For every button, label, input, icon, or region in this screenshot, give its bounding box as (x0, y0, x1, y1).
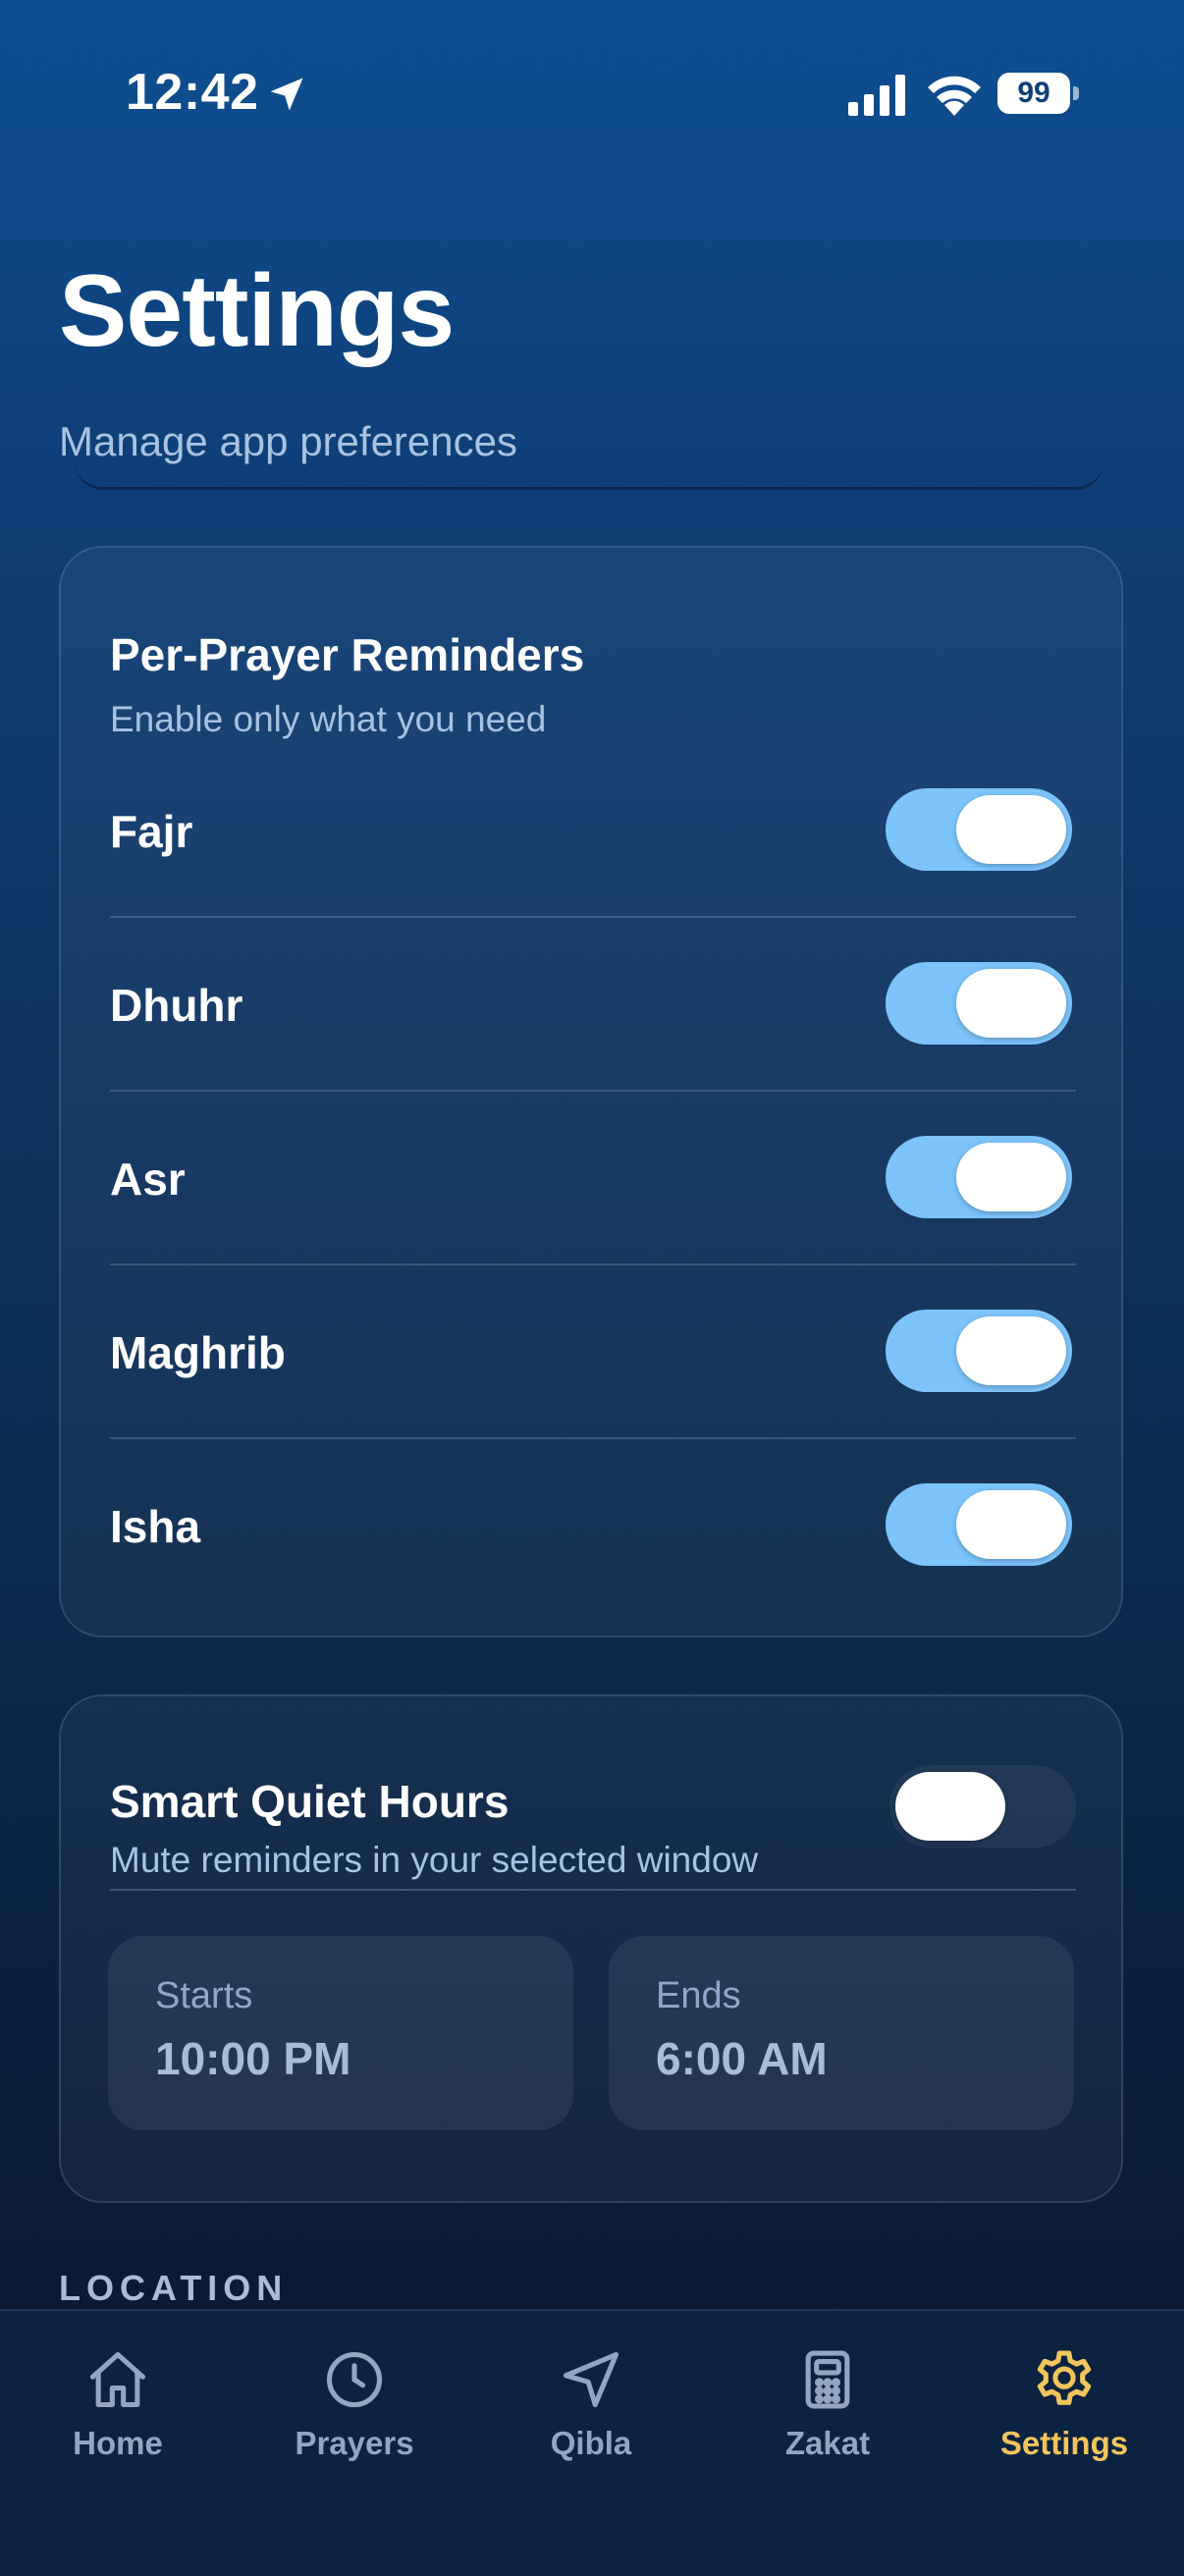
reminder-label: Fajr (110, 806, 193, 857)
tab-label: Settings (999, 2425, 1129, 2461)
reminder-row-fajr: Fajr (110, 744, 1076, 918)
start-label: Starts (155, 1975, 253, 2016)
wifi-icon (928, 76, 981, 116)
status-bar: 12:42 99 (0, 0, 1184, 196)
page-subtitle: Manage app preferences (59, 418, 517, 464)
toggle-knob (956, 1316, 1066, 1385)
cellular-signal-icon (848, 75, 905, 116)
tab-label: Qibla (550, 2425, 632, 2461)
battery-cap (1073, 86, 1079, 100)
toggle-knob (956, 795, 1066, 864)
isha-toggle[interactable] (886, 1483, 1072, 1566)
toggle-knob (956, 969, 1066, 1038)
clock-icon (326, 2351, 383, 2408)
end-time: 6:00 AM (656, 2033, 828, 2084)
quiet-hours-toggle[interactable] (889, 1765, 1076, 1848)
tab-home[interactable]: Home (20, 2311, 216, 2507)
tab-zakat[interactable]: Zakat (729, 2311, 926, 2507)
location-arrow-icon (270, 78, 303, 111)
fajr-toggle[interactable] (886, 788, 1072, 871)
reminder-label: Isha (110, 1501, 201, 1552)
tab-label: Prayers (295, 2425, 414, 2461)
reminder-label: Dhuhr (110, 980, 243, 1031)
tab-label: Home (73, 2425, 163, 2461)
header-divider (75, 461, 1103, 490)
asr-toggle[interactable] (886, 1136, 1072, 1218)
tab-bar: Home Prayers Qibla Zakat Settings (0, 2309, 1184, 2576)
reminders-subtitle: Enable only what you need (110, 699, 547, 739)
location-section-header: LOCATION (59, 2268, 289, 2308)
quiet-hours-subtitle: Mute reminders in your selected window (110, 1840, 759, 1880)
page-title: Settings (59, 254, 455, 368)
reminder-row-isha: Isha (110, 1439, 1076, 1613)
quiet-hours-divider (110, 1889, 1076, 1891)
quiet-hours-end[interactable]: Ends 6:00 AM (609, 1936, 1074, 2130)
battery-indicator: 99 (997, 73, 1079, 114)
reminder-row-maghrib: Maghrib (110, 1265, 1076, 1439)
tab-qibla[interactable]: Qibla (493, 2311, 689, 2507)
dhuhr-toggle[interactable] (886, 962, 1072, 1045)
start-time: 10:00 PM (155, 2033, 351, 2084)
quiet-hours-title: Smart Quiet Hours (110, 1776, 510, 1827)
reminders-card: Per-Prayer Reminders Enable only what yo… (59, 546, 1123, 1637)
tab-prayers[interactable]: Prayers (256, 2311, 453, 2507)
reminders-title: Per-Prayer Reminders (110, 629, 585, 680)
end-label: Ends (656, 1975, 741, 2016)
quiet-hours-start[interactable]: Starts 10:00 PM (108, 1936, 573, 2130)
calculator-icon (805, 2350, 850, 2409)
status-time: 12:42 (126, 64, 259, 121)
tab-label: Zakat (784, 2425, 871, 2461)
reminder-row-asr: Asr (110, 1092, 1076, 1265)
reminder-label: Maghrib (110, 1327, 286, 1378)
tab-settings[interactable]: Settings (966, 2311, 1162, 2507)
toggle-knob (956, 1490, 1066, 1559)
toggle-knob (956, 1143, 1066, 1211)
toggle-knob (895, 1772, 1005, 1841)
home-icon (89, 2351, 146, 2408)
reminder-label: Asr (110, 1154, 186, 1205)
navigation-arrow-icon (563, 2351, 619, 2408)
gear-icon (1037, 2350, 1092, 2405)
maghrib-toggle[interactable] (886, 1310, 1072, 1392)
battery-level: 99 (997, 73, 1070, 114)
reminder-row-dhuhr: Dhuhr (110, 918, 1076, 1092)
